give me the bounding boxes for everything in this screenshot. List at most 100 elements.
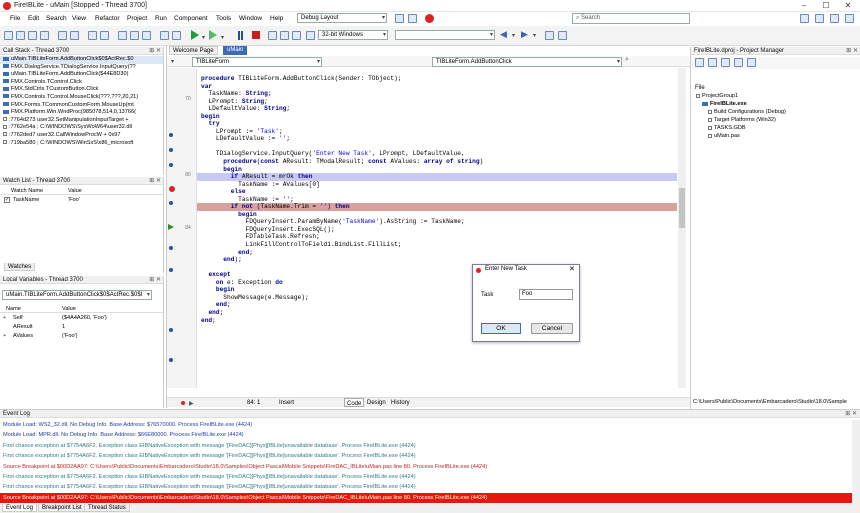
event-log-row-selected[interactable]: Source Breakpoint at $00D2AA97: C:\Users… (0, 492, 852, 504)
call-stack-item[interactable]: :7764d273 user32.SetManipulationInputTar… (0, 117, 163, 125)
save-icon[interactable] (28, 31, 37, 40)
event-log-row[interactable]: First chance exception at $7754A6F2. Exc… (0, 482, 852, 492)
event-log-row[interactable]: First chance exception at $7754A6F2. Exc… (0, 451, 852, 461)
menu-tools[interactable]: Tools (216, 15, 231, 22)
menu-view[interactable]: View (72, 15, 86, 22)
activate-icon[interactable] (695, 58, 704, 67)
back-icon[interactable]: ◀ (500, 29, 507, 40)
event-log-row[interactable]: Module Load: MPR.dll. No Debug Info. Bas… (0, 430, 852, 440)
trace-into-icon[interactable] (268, 31, 277, 40)
find-icon[interactable] (558, 31, 567, 40)
call-stack-item[interactable]: FMX.DialogService.TDialogService.InputQu… (0, 64, 163, 72)
compile-icon[interactable] (172, 31, 181, 40)
collapse-icon[interactable] (734, 58, 743, 67)
debug-dot-icon[interactable] (169, 163, 173, 167)
run-without-debugging-icon[interactable] (209, 30, 217, 40)
locals-row[interactable]: + AValues ('Foo') (0, 332, 163, 340)
options-icon[interactable] (815, 14, 824, 23)
tree-item-exe[interactable]: FireIBLite.exe (699, 101, 849, 109)
build-icon[interactable] (160, 31, 169, 40)
call-stack-item[interactable]: uMain.TIBLiteForm.AddButtonClick($44E8D3… (0, 71, 163, 79)
event-log-row[interactable]: First chance exception at $7754A6F2. Exc… (0, 441, 852, 451)
debug-dot-icon[interactable] (169, 148, 173, 152)
call-stack-item[interactable]: FMX.Controls.TControl.Click (0, 79, 163, 87)
help-icon[interactable] (800, 14, 809, 23)
call-stack-item[interactable]: FMX.StdCtrls.TCustomButton.Click (0, 86, 163, 94)
menu-window[interactable]: Window (239, 15, 262, 22)
locals-row[interactable]: AResult 1 (0, 323, 163, 331)
call-stack-item[interactable]: :719ba580 ; C:\WINDOWS\WinSxS\x86_micros… (0, 140, 163, 148)
menu-run[interactable]: Run (155, 15, 167, 22)
view-unit-icon[interactable] (130, 31, 139, 40)
expand-icon[interactable]: + (3, 314, 6, 322)
tree-item-projectgroup[interactable]: ProjectGroup1 (693, 93, 853, 101)
dialog-task-input[interactable]: Foo (519, 289, 573, 300)
debug-dot-icon[interactable] (169, 246, 173, 250)
ok-button[interactable]: OK (481, 323, 521, 334)
tab-event-log[interactable]: Event Log (2, 504, 38, 512)
watch-enabled-checkbox[interactable]: ✓ (4, 197, 10, 203)
tree-item-tasks-gdb[interactable]: TASKS.GDB (705, 125, 855, 133)
menu-search[interactable]: Search (46, 15, 67, 22)
event-log-row[interactable]: First chance exception at $7754A6F2. Exc… (0, 472, 852, 482)
tab-thread-status[interactable]: Thread Status (84, 504, 130, 512)
event-log-row[interactable]: Source Breakpoint at $00D2AA97: C:\Users… (0, 462, 852, 472)
forward-dropdown-icon[interactable]: ▾ (533, 32, 536, 39)
bookmark-icon[interactable] (545, 31, 554, 40)
menu-refactor[interactable]: Refactor (95, 15, 120, 22)
breakpoint-icon[interactable] (169, 186, 175, 192)
tab-breakpoint-list[interactable]: Breakpoint List (38, 504, 86, 512)
expand-icon[interactable] (721, 58, 730, 67)
run-dropdown-icon[interactable]: ▾ (202, 34, 205, 41)
program-reset-icon[interactable] (252, 31, 260, 39)
locals-col-value[interactable]: Value (62, 305, 76, 313)
dialog-close-icon[interactable]: ✕ (569, 265, 575, 273)
debug-dot-icon[interactable] (169, 133, 173, 137)
debug-dot-icon[interactable] (169, 268, 173, 272)
tree-item-build-config[interactable]: Build Configurations (Debug) (705, 109, 855, 117)
tab-umain[interactable]: uMain (223, 46, 248, 55)
debug-dot-icon[interactable] (169, 201, 173, 205)
call-stack-item[interactable]: :7762ded7 user32.CallWindowProcW + 0x97 (0, 132, 163, 140)
tab-welcome-page[interactable]: Welcome Page (169, 46, 218, 55)
configuration-combo[interactable]: ▾ (395, 30, 495, 40)
pin-icon[interactable]: ⊞ ✕ (149, 47, 161, 55)
call-stack-item[interactable]: FMX.Forms.TCommonCustomForm.MouseUp(mt (0, 102, 163, 110)
menu-help[interactable]: Help (270, 15, 283, 22)
tab-code[interactable]: Code (344, 398, 365, 407)
menu-file[interactable]: File (10, 15, 20, 22)
code-editor[interactable]: procedure TIBLiteForm.AddButtonClick(Sen… (197, 68, 677, 388)
tab-history[interactable]: History (391, 398, 410, 408)
tree-item-umain[interactable]: uMain.pas (705, 133, 855, 141)
search-input[interactable]: ⌕ Search (572, 13, 690, 24)
debug-dot-icon[interactable] (169, 328, 173, 332)
minimize-icon[interactable]: – (794, 0, 814, 12)
pin-icon[interactable]: ⊞ ✕ (149, 276, 161, 284)
run-without-debugging-dropdown-icon[interactable]: ▾ (221, 34, 224, 41)
pin-icon[interactable]: ⊞ ✕ (149, 177, 161, 185)
options-icon[interactable] (747, 58, 756, 67)
sync-icon[interactable] (708, 58, 717, 67)
step-over-icon[interactable] (280, 31, 289, 40)
run-to-cursor-icon[interactable] (292, 31, 301, 40)
layout-icon[interactable] (830, 14, 839, 23)
locals-frame-combo[interactable]: uMain.TIBLiteForm.AddButtonClick$0$ActRe… (2, 290, 152, 300)
forward-icon[interactable]: ▶ (521, 29, 528, 40)
cancel-button[interactable]: Cancel (531, 323, 573, 334)
editor-vscrollbar[interactable] (678, 68, 686, 388)
watch-col-name[interactable]: Watch Name (11, 187, 43, 195)
event-log-row[interactable]: Module Load: WS2_32.dll. No Debug Info. … (0, 420, 852, 430)
call-stack-item[interactable]: FMX.Platform.Win.WndProc(985078,514,0,13… (0, 109, 163, 117)
call-stack-item[interactable]: FMX.Controls.TControl.MouseClick(???,???… (0, 94, 163, 102)
stop-icon[interactable] (425, 14, 434, 23)
add-file-icon[interactable] (100, 31, 109, 40)
menu-edit[interactable]: Edit (28, 15, 39, 22)
save-project-icon[interactable] (70, 31, 79, 40)
open-project-icon[interactable] (58, 31, 67, 40)
close-icon[interactable]: ✕ (838, 0, 858, 12)
pin-icon[interactable]: ⊞ ✕ (845, 410, 857, 418)
remove-file-icon[interactable] (88, 31, 97, 40)
new-file-icon[interactable] (4, 31, 13, 40)
method-combo[interactable]: TIBLiteForm.AddButtonClick ▾ (432, 57, 622, 67)
save-all-icon[interactable] (40, 31, 49, 40)
